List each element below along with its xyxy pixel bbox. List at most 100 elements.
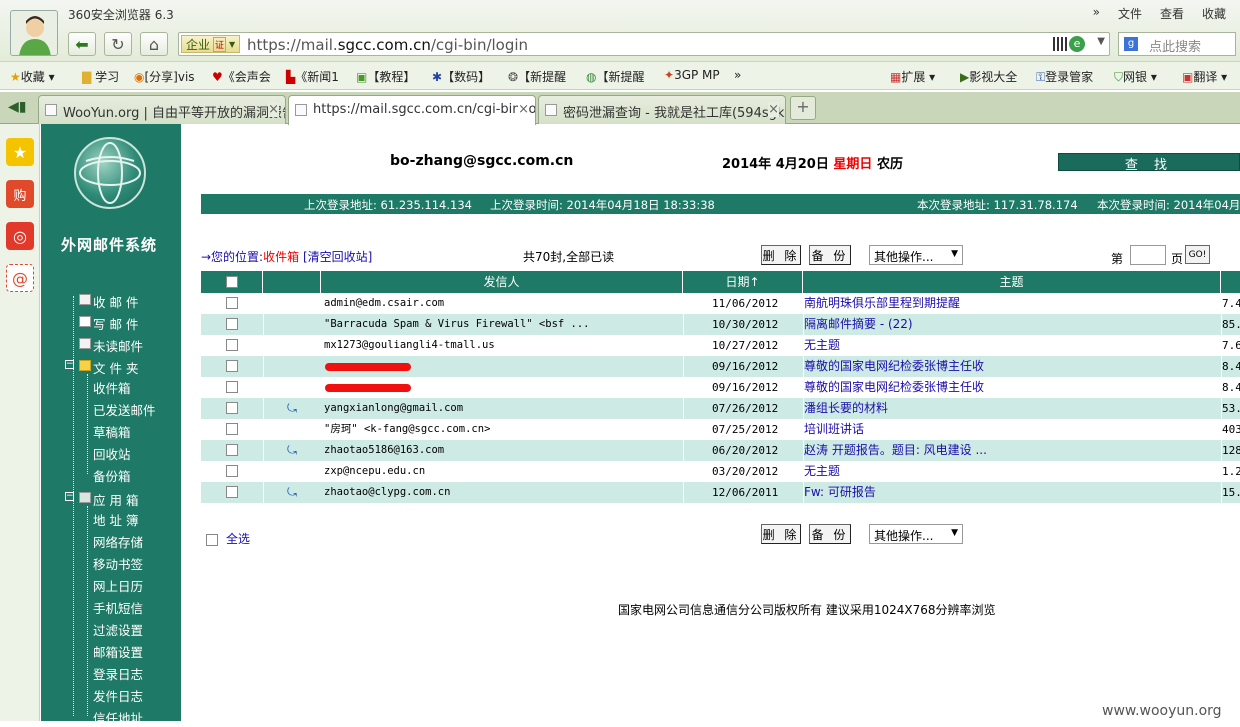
- user-avatar[interactable]: [10, 10, 58, 56]
- nav-apps[interactable]: − 应 用 箱: [41, 488, 181, 508]
- sender-cell[interactable]: admin@edm.csair.com: [324, 293, 680, 314]
- bookmark-item[interactable]: ◍【新提醒: [586, 68, 645, 85]
- menu-chevron-icon[interactable]: »: [1093, 5, 1100, 22]
- weibo-icon[interactable]: ◎: [6, 222, 34, 250]
- bookmark-favorites[interactable]: ★收藏 ▾: [10, 68, 55, 85]
- nav-folder-sent[interactable]: 已发送邮件: [41, 398, 181, 418]
- enterprise-badge[interactable]: 企业 证 ▼: [181, 35, 241, 53]
- sender-cell[interactable]: zhaotao@clypg.com.cn: [324, 482, 680, 503]
- nav-sms[interactable]: 手机短信: [41, 596, 181, 616]
- bookmark-item[interactable]: ▣【教程】: [356, 68, 415, 85]
- table-row[interactable]: mx1273@gouliangli4-tmall.us 10/27/2012 无主题…: [201, 335, 1240, 356]
- nav-settings[interactable]: 邮箱设置: [41, 640, 181, 660]
- row-checkbox[interactable]: [226, 297, 238, 309]
- table-row[interactable]: zxp@ncepu.edu.cn 03/20/2012 无主题 1.2: [201, 461, 1240, 482]
- extensions-menu[interactable]: ▦扩展 ▾: [890, 68, 935, 85]
- bookmark-item[interactable]: ⚿登录管家: [1036, 68, 1093, 85]
- sender-cell[interactable]: "房珂" <k-fang@sgcc.com.cn>: [324, 419, 680, 440]
- tab-wooyun[interactable]: WooYun.org | 自由平等开放的漏洞报告平台×: [38, 95, 286, 124]
- bookmark-item[interactable]: ♥《会声会: [212, 68, 271, 85]
- empty-trash-link[interactable]: [清空回收站]: [303, 250, 372, 264]
- more-actions-select[interactable]: 其他操作... ▼: [869, 245, 963, 265]
- bookmark-item[interactable]: ⛉网银 ▾: [1114, 68, 1157, 85]
- search-box[interactable]: g 点此搜索: [1118, 32, 1236, 56]
- table-row[interactable]: "Barracuda Spam & Virus Firewall" <bsf .…: [201, 314, 1240, 335]
- delete-button[interactable]: 删 除: [761, 245, 801, 265]
- row-checkbox[interactable]: [226, 423, 238, 435]
- shopping-icon[interactable]: 购: [6, 180, 34, 208]
- bookmark-item[interactable]: ✱【数码】: [432, 68, 490, 85]
- nav-inbox-receive[interactable]: 收 邮 件: [41, 290, 181, 310]
- nav-net-storage[interactable]: 网络存储: [41, 530, 181, 550]
- url-dropdown-icon[interactable]: ▼: [1097, 36, 1105, 47]
- subject-link[interactable]: 无主题: [804, 335, 1220, 356]
- nav-folder-drafts[interactable]: 草稿箱: [41, 420, 181, 440]
- bookmark-item[interactable]: ▙《新闻1: [286, 68, 339, 85]
- nav-folder-inbox[interactable]: 收件箱: [41, 376, 181, 396]
- row-checkbox[interactable]: [226, 318, 238, 330]
- find-button[interactable]: 查 找: [1058, 153, 1240, 173]
- subject-link[interactable]: 隔离邮件摘要 - (22): [804, 314, 1220, 335]
- table-row[interactable]: admin@edm.csair.com 11/06/2012 南航明珠俱乐部里程到期…: [201, 293, 1240, 314]
- subject-link[interactable]: 无主题: [804, 461, 1220, 482]
- collapse-icon[interactable]: −: [65, 360, 74, 369]
- subject-link[interactable]: 潘组长要的材料: [804, 398, 1220, 419]
- go-button[interactable]: GO!: [1185, 245, 1210, 264]
- sender-cell[interactable]: "Barracuda Spam & Virus Firewall" <bsf .…: [324, 314, 680, 335]
- more-actions-select-bottom[interactable]: 其他操作... ▼: [869, 524, 963, 544]
- backup-button[interactable]: 备 份: [809, 245, 851, 265]
- header-sender[interactable]: 发信人: [321, 271, 683, 293]
- backup-button-bottom[interactable]: 备 份: [809, 524, 851, 544]
- row-checkbox[interactable]: [226, 486, 238, 498]
- tab-mail-login[interactable]: https://mail.sgcc.com.cn/cgi-bin/login ×: [288, 95, 536, 125]
- subject-link[interactable]: 尊敬的国家电网纪检委张博主任收: [804, 377, 1220, 398]
- sender-cell[interactable]: mx1273@gouliangli4-tmall.us: [324, 335, 680, 356]
- subject-link[interactable]: 培训班讲话: [804, 419, 1220, 440]
- row-checkbox[interactable]: [226, 360, 238, 372]
- email-icon[interactable]: @: [6, 264, 34, 292]
- nav-folders[interactable]: − 文 件 夹: [41, 356, 181, 376]
- row-checkbox[interactable]: [226, 402, 238, 414]
- table-row[interactable]: ⤿ zhaotao5186@163.com 06/20/2012 赵涛 开题报告。题目…: [201, 440, 1240, 461]
- bookmark-item[interactable]: ◉[分享]vis: [134, 68, 195, 85]
- back-button[interactable]: ⬅: [68, 32, 96, 56]
- delete-button-bottom[interactable]: 删 除: [761, 524, 801, 544]
- select-all-bottom-checkbox[interactable]: [206, 533, 218, 546]
- bookmark-item[interactable]: ▇ 学习: [82, 68, 119, 85]
- nav-filters[interactable]: 过滤设置: [41, 618, 181, 638]
- subject-link[interactable]: 赵涛 开题报告。题目: 风电建设 ...: [804, 440, 1220, 461]
- close-icon[interactable]: ×: [518, 102, 529, 117]
- header-subject[interactable]: 主题: [803, 271, 1221, 293]
- sender-cell[interactable]: zhaotao5186@163.com: [324, 440, 680, 461]
- ie-mode-icon[interactable]: e: [1069, 36, 1085, 52]
- table-row[interactable]: ⤿ yangxianlong@gmail.com 07/26/2012 潘组长要的材料…: [201, 398, 1240, 419]
- select-all-checkbox[interactable]: [226, 276, 238, 288]
- home-button[interactable]: ⌂: [140, 32, 168, 56]
- close-icon[interactable]: ×: [768, 102, 779, 117]
- nav-bookmarks[interactable]: 移动书签: [41, 552, 181, 572]
- nav-send-log[interactable]: 发件日志: [41, 684, 181, 704]
- sender-cell[interactable]: yangxianlong@gmail.com: [324, 398, 680, 419]
- nav-folder-trash[interactable]: 回收站: [41, 442, 181, 462]
- nav-trusted-addr[interactable]: 信任地址: [41, 706, 181, 726]
- nav-calendar[interactable]: 网上日历: [41, 574, 181, 594]
- row-checkbox[interactable]: [226, 339, 238, 351]
- nav-address-book[interactable]: 地 址 簿: [41, 508, 181, 528]
- subject-link[interactable]: 尊敬的国家电网纪检委张博主任收: [804, 356, 1220, 377]
- bookmark-item[interactable]: ▣翻译 ▾: [1182, 68, 1227, 85]
- star-icon[interactable]: ★: [6, 138, 34, 166]
- subject-link[interactable]: Fw: 可研报告: [804, 482, 1220, 503]
- menu-file[interactable]: 文件: [1118, 5, 1142, 22]
- menu-view[interactable]: 查看: [1160, 5, 1184, 22]
- nav-unread[interactable]: 未读邮件: [41, 334, 181, 354]
- subject-link[interactable]: 南航明珠俱乐部里程到期提醒: [804, 293, 1220, 314]
- table-row[interactable]: "房珂" <k-fang@sgcc.com.cn> 07/25/2012 培训班讲话…: [201, 419, 1240, 440]
- table-row[interactable]: 09/16/2012 尊敬的国家电网纪检委张博主任收 8.4: [201, 377, 1240, 398]
- header-date[interactable]: 日期↑: [683, 271, 803, 293]
- menu-favorites[interactable]: 收藏: [1202, 5, 1226, 22]
- address-bar[interactable]: 企业 证 ▼ https://mail.sgcc.com.cn/cgi-bin/…: [178, 32, 1110, 56]
- tab-password-leak[interactable]: 密码泄漏查询 - 我就是社工库(594sgk.com)×: [538, 95, 786, 124]
- nav-login-log[interactable]: 登录日志: [41, 662, 181, 682]
- page-number-input[interactable]: [1130, 245, 1166, 265]
- search-engine-icon[interactable]: g: [1124, 37, 1138, 51]
